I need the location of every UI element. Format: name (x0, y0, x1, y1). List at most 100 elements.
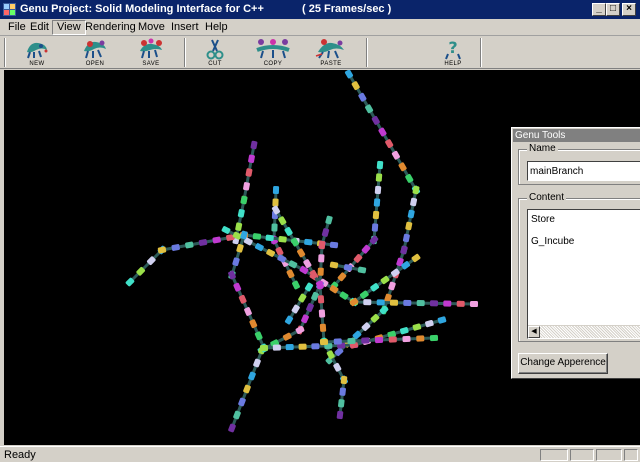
branch-node (403, 299, 412, 306)
menu-move[interactable]: Move (134, 20, 169, 35)
branch-node (298, 343, 307, 350)
branch-node (272, 198, 279, 207)
status-text: Ready (4, 449, 36, 461)
new-button[interactable]: NEW (12, 37, 62, 68)
branch-node (237, 209, 245, 218)
branch-node (185, 241, 194, 249)
branch-node (399, 327, 409, 335)
copy-button[interactable]: COPY (248, 37, 298, 68)
menu-insert[interactable]: Insert (167, 20, 203, 35)
branch-node (456, 300, 465, 307)
branch-node (336, 410, 344, 420)
app-icon (3, 3, 16, 16)
menu-help[interactable]: Help (201, 20, 232, 35)
content-group: Content Store G_Incube ◀ (518, 192, 640, 342)
paste-icon (315, 39, 344, 59)
cut-button[interactable]: CUT (190, 37, 240, 68)
branch-node (329, 241, 339, 249)
branch-node (429, 300, 439, 307)
branch-node (240, 195, 248, 205)
branch-node (236, 243, 244, 253)
branch-node (372, 210, 380, 220)
branch-node (469, 300, 479, 308)
branch-node (410, 197, 418, 207)
branch-node (443, 300, 452, 307)
branch-node (402, 233, 410, 243)
branch-node (405, 221, 413, 231)
tools-panel-title[interactable]: Genu Tools (513, 129, 640, 142)
content-list[interactable]: Store G_Incube ◀ (527, 209, 640, 339)
branch-node (333, 338, 342, 345)
list-item[interactable]: Store (531, 214, 555, 225)
branch-node (321, 228, 330, 237)
branch-node (238, 397, 246, 407)
copy-icon (256, 39, 290, 59)
status-panel (540, 449, 568, 461)
branch-node (250, 140, 258, 150)
branch-node (304, 238, 313, 246)
open-button[interactable]: OPEN (70, 37, 120, 68)
branch-node (425, 319, 434, 328)
content-hscrollbar[interactable]: ◀ (528, 325, 640, 338)
list-item[interactable]: G_Incube (531, 236, 574, 247)
branch-segment (128, 248, 164, 284)
status-panel (570, 449, 594, 461)
menu-edit[interactable]: Edit (26, 20, 53, 35)
branch-node (278, 236, 287, 243)
branch-node (375, 173, 383, 182)
genu-tools-panel: Genu Tools Name Content Store G_Incube ◀… (511, 127, 640, 379)
branch-node (265, 234, 274, 242)
close-button[interactable]: × (622, 3, 636, 16)
name-label: Name (527, 143, 558, 154)
menu-rendering[interactable]: Rendering (81, 20, 140, 35)
branch-node (272, 185, 280, 195)
branch-node (412, 323, 422, 331)
scroll-left-icon[interactable]: ◀ (528, 326, 540, 338)
maximize-button[interactable]: □ (606, 3, 620, 16)
branch-node (245, 168, 253, 177)
branch-node (361, 337, 370, 344)
branch-segment (353, 300, 475, 306)
branch-node (347, 337, 356, 345)
branch-node (253, 358, 261, 368)
branch-node (243, 384, 251, 394)
toolbar-separator (366, 38, 368, 67)
open-icon (84, 40, 106, 59)
toolbar-separator (4, 38, 6, 67)
branch-node (407, 209, 415, 219)
branch-node (311, 343, 320, 350)
copy-label: COPY (263, 61, 283, 67)
scroll-track[interactable] (540, 326, 640, 338)
paste-button[interactable]: PASTE (306, 37, 356, 68)
branch-node (338, 399, 345, 408)
status-bar: Ready (0, 446, 640, 462)
branch-node (212, 236, 221, 244)
status-panel (596, 449, 622, 461)
scissors-icon (206, 39, 224, 60)
branch-node (259, 344, 269, 352)
branch-node (232, 257, 240, 267)
toolbar-separator (184, 38, 186, 67)
branch-node (248, 371, 256, 381)
name-input[interactable] (527, 161, 640, 181)
branch-node (252, 233, 262, 240)
help-button[interactable]: ? HELP (428, 37, 478, 68)
branch-node (374, 185, 382, 195)
branch-node (319, 338, 329, 346)
branch-node (198, 239, 208, 246)
branch-node (325, 215, 333, 225)
change-appearance-button[interactable]: Change Apperence (518, 353, 608, 374)
branch-node (317, 295, 325, 304)
help-label: HELP (444, 61, 462, 67)
branch-node (374, 336, 384, 344)
branch-node (371, 223, 379, 232)
minimize-button[interactable]: _ (592, 3, 606, 16)
new-icon (27, 42, 48, 59)
content-label: Content (527, 192, 567, 203)
branch-node (317, 267, 324, 276)
save-icon (140, 38, 162, 59)
branch-node (389, 299, 399, 306)
save-button[interactable]: SAVE (126, 37, 176, 68)
new-label: NEW (29, 61, 45, 67)
branch-node (339, 387, 346, 396)
